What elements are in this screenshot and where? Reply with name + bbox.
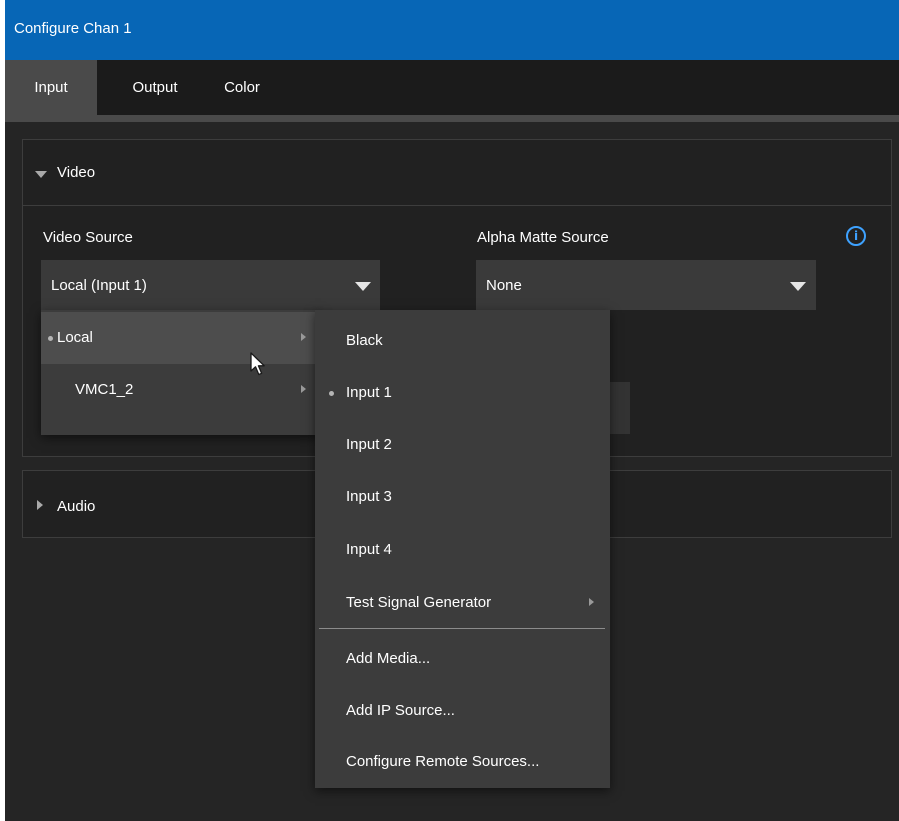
submenu-arrow-icon bbox=[301, 385, 306, 393]
menu-item-input-2[interactable]: Input 2 bbox=[315, 419, 610, 471]
menu-item-local-label: Local bbox=[57, 329, 93, 346]
menu-item-input-1-label: Input 1 bbox=[346, 384, 392, 401]
tab-color[interactable]: Color bbox=[207, 60, 277, 115]
menu-item-test-signal-generator-label: Test Signal Generator bbox=[346, 594, 492, 611]
configure-dialog: Configure Chan 1 Input Output Color Vide… bbox=[5, 0, 899, 821]
selected-dot-icon bbox=[48, 336, 53, 341]
menu-item-test-signal-generator[interactable]: Test Signal Generator bbox=[315, 577, 610, 629]
selected-dot-icon bbox=[329, 391, 334, 396]
menu-item-black[interactable]: Black bbox=[315, 315, 610, 367]
local-submenu: Black Input 1 Input 2 Input 3 Input 4 Te… bbox=[315, 310, 610, 788]
menu-item-add-ip-source[interactable]: Add IP Source... bbox=[315, 685, 610, 737]
video-source-dropdown[interactable]: Local (Input 1) bbox=[41, 260, 380, 310]
tab-input-label: Input bbox=[34, 79, 68, 96]
menu-item-input-4-label: Input 4 bbox=[346, 541, 392, 558]
video-panel-title: Video bbox=[57, 164, 96, 181]
menu-item-input-3-label: Input 3 bbox=[346, 488, 392, 505]
tab-color-label: Color bbox=[224, 79, 260, 96]
audio-panel-title: Audio bbox=[57, 498, 96, 515]
menu-item-add-ip-source-label: Add IP Source... bbox=[346, 702, 455, 719]
menu-item-add-media-label: Add Media... bbox=[346, 650, 431, 667]
menu-item-local[interactable]: Local bbox=[41, 312, 321, 364]
video-source-value: Local (Input 1) bbox=[51, 277, 147, 294]
menu-item-black-label: Black bbox=[346, 332, 383, 349]
title-bar: Configure Chan 1 bbox=[5, 0, 899, 60]
video-panel-header[interactable]: Video bbox=[23, 140, 891, 206]
tab-underline bbox=[5, 115, 899, 122]
menu-item-input-2-label: Input 2 bbox=[346, 436, 392, 453]
tab-output[interactable]: Output bbox=[105, 60, 205, 115]
menu-item-vmc1-2[interactable]: VMC1_2 bbox=[41, 364, 321, 416]
window-title: Configure Chan 1 bbox=[14, 20, 132, 37]
mouse-pointer-icon bbox=[250, 352, 265, 376]
chevron-down-icon bbox=[790, 282, 806, 291]
menu-item-configure-remote-sources-label: Configure Remote Sources... bbox=[346, 753, 540, 770]
menu-item-vmc1-2-label: VMC1_2 bbox=[75, 381, 134, 398]
expand-triangle-icon bbox=[37, 500, 43, 510]
source-menu: Local VMC1_2 bbox=[41, 310, 321, 435]
alpha-matte-dropdown[interactable]: None bbox=[476, 260, 816, 310]
collapse-triangle-icon bbox=[35, 171, 47, 178]
submenu-arrow-icon bbox=[301, 333, 306, 341]
chevron-down-icon bbox=[355, 282, 371, 291]
video-source-label: Video Source bbox=[43, 229, 133, 246]
alpha-matte-label: Alpha Matte Source bbox=[477, 229, 609, 246]
alpha-matte-value: None bbox=[486, 277, 522, 294]
menu-item-add-media[interactable]: Add Media... bbox=[315, 633, 610, 685]
menu-item-input-3[interactable]: Input 3 bbox=[315, 471, 610, 523]
menu-item-input-1[interactable]: Input 1 bbox=[315, 367, 610, 419]
tab-input[interactable]: Input bbox=[5, 60, 97, 115]
menu-separator bbox=[319, 628, 605, 629]
submenu-arrow-icon bbox=[589, 598, 594, 606]
info-icon[interactable]: i bbox=[846, 226, 866, 246]
tab-output-label: Output bbox=[132, 79, 178, 96]
menu-item-configure-remote-sources[interactable]: Configure Remote Sources... bbox=[315, 736, 610, 788]
menu-item-input-4[interactable]: Input 4 bbox=[315, 524, 610, 576]
